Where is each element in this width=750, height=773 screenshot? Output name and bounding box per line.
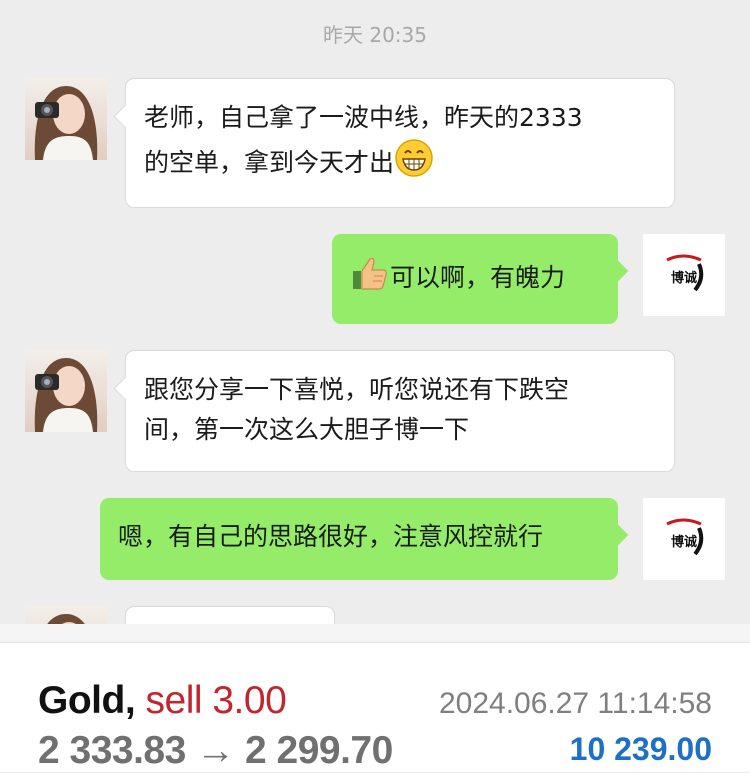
trade-side: sell 3.00	[145, 679, 287, 722]
thumbs-up-icon	[350, 253, 390, 305]
message-text-line: 的空单，拿到今天才出	[144, 138, 656, 190]
trade-profit: 10 239.00	[569, 731, 712, 767]
trade-result-panel: Gold, sell 3.00 2 333.83 → 2 299.70 2024…	[0, 624, 750, 772]
student-message-bubble[interactable]: 跟您分享一下喜悦，听您说还有下跌空 间，第一次这么大胆子博一下	[125, 350, 675, 472]
trade-prices: 2 333.83 → 2 299.70	[38, 729, 393, 772]
message-text: 的空单，拿到今天才出	[144, 148, 395, 177]
teacher-logo-text: 博诚	[671, 534, 697, 550]
student-message-bubble[interactable]: 老师，自己拿了一波中线，昨天的2333 的空单，拿到今天才出	[125, 78, 675, 208]
message-text-line: 跟您分享一下喜悦，听您说还有下跌空	[144, 375, 570, 404]
teacher-avatar[interactable]: 博诚	[643, 234, 725, 316]
grinning-face-icon	[394, 138, 434, 190]
student-avatar[interactable]	[25, 78, 107, 160]
teacher-message-bubble[interactable]: 可以啊，有魄力	[332, 234, 618, 324]
message-text: 可以啊，有魄力	[390, 263, 566, 292]
teacher-logo-icon: 博诚	[666, 518, 704, 556]
message-timestamp: 昨天 20:35	[323, 23, 427, 47]
teacher-logo-icon: 博诚	[666, 254, 704, 292]
student-message-bubble-partial[interactable]	[125, 606, 335, 624]
message-text-line: 老师，自己拿了一波中线，昨天的2333	[144, 103, 583, 132]
message-text-line: 间，第一次这么大胆子博一下	[144, 415, 470, 444]
trade-card[interactable]: Gold, sell 3.00 2 333.83 → 2 299.70 2024…	[0, 642, 750, 772]
teacher-logo-text: 博诚	[671, 270, 697, 286]
message-text: 嗯，有自己的思路很好，注意风控就行	[118, 522, 544, 551]
trade-symbol: Gold,	[38, 679, 136, 722]
teacher-avatar[interactable]: 博诚	[643, 498, 725, 580]
chat-area[interactable]: 昨天 20:35 老师，自己拿了一波中线，昨天的2333 的空单，拿到今天才出 …	[0, 0, 750, 624]
trade-title: Gold, sell 3.00	[38, 679, 287, 723]
student-avatar[interactable]	[25, 606, 107, 624]
teacher-message-bubble[interactable]: 嗯，有自己的思路很好，注意风控就行	[100, 498, 618, 580]
student-avatar[interactable]	[25, 350, 107, 432]
trade-time: 2024.06.27 11:14:58	[438, 687, 712, 720]
